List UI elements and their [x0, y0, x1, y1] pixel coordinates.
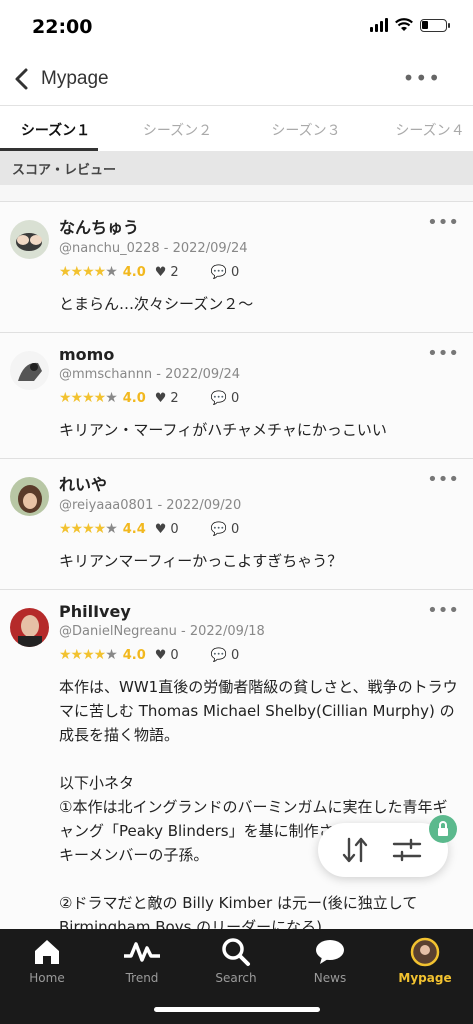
- heart-icon: ♥: [154, 521, 167, 537]
- heart-icon: ♥: [154, 264, 167, 280]
- score-value: 4.0: [122, 264, 146, 280]
- tab-season-3[interactable]: シーズン３: [244, 106, 368, 151]
- comment-icon: 💬: [210, 647, 227, 663]
- back-chevron-icon[interactable]: [10, 66, 36, 92]
- review-text[interactable]: キリアン・マーフィがハチャメチャにかっこいい: [59, 418, 461, 442]
- like-button[interactable]: ♥ 0: [155, 522, 211, 537]
- review-more-icon[interactable]: •••: [427, 600, 459, 621]
- review-more-icon[interactable]: •••: [427, 469, 459, 490]
- comment-button[interactable]: 💬 0: [211, 265, 239, 280]
- reviewer-name[interactable]: PhilIvey: [59, 602, 461, 621]
- review-text[interactable]: キリアンマーフィーかっこよすぎちゃう？: [59, 549, 461, 573]
- page-title: Mypage: [41, 68, 109, 89]
- star-rating: ★★★★★: [59, 647, 118, 663]
- chat-bubble-icon: [316, 940, 344, 964]
- tab-trend[interactable]: Trend: [95, 933, 189, 985]
- avatar[interactable]: [10, 477, 49, 516]
- battery-icon: [420, 18, 450, 32]
- review-more-icon[interactable]: •••: [427, 212, 459, 233]
- tab-season-1[interactable]: シーズン１: [0, 106, 111, 151]
- reviewer-name[interactable]: れいや: [59, 471, 461, 495]
- sort-icon[interactable]: [340, 837, 370, 863]
- search-icon: [222, 938, 250, 966]
- tab-season-2[interactable]: シーズン２: [111, 106, 244, 151]
- score-value: 4.0: [122, 647, 146, 663]
- review-text[interactable]: とまらん…次々シーズン２〜: [59, 292, 461, 316]
- like-count: 2: [170, 264, 179, 280]
- trend-icon: [124, 942, 160, 962]
- tab-news[interactable]: News: [283, 933, 377, 985]
- star-rating: ★★★★★: [59, 264, 118, 280]
- comment-button[interactable]: 💬 0: [211, 522, 239, 537]
- avatar[interactable]: [10, 351, 49, 390]
- comment-count: 0: [230, 647, 240, 663]
- heart-icon: ♥: [154, 390, 167, 406]
- review-item[interactable]: れいや @reiyaaa0801 - 2022/09/20 ••• ★★★★★ …: [0, 458, 473, 589]
- tab-label: Home: [29, 971, 65, 985]
- comment-count: 0: [230, 264, 240, 280]
- comment-button[interactable]: 💬 0: [211, 391, 239, 406]
- nav-bar: Mypage •••: [0, 56, 473, 105]
- score-value: 4.0: [122, 390, 146, 406]
- tab-label: Search: [215, 971, 257, 985]
- status-bar: 22:00: [0, 0, 473, 56]
- tab-label: News: [313, 971, 347, 985]
- home-icon: [35, 940, 59, 964]
- tab-search[interactable]: Search: [189, 933, 283, 985]
- review-item[interactable]: PhilIvey @DanielNegreanu - 2022/09/18 ••…: [0, 589, 473, 955]
- like-button[interactable]: ♥ 0: [155, 648, 211, 663]
- comment-count: 0: [230, 521, 240, 537]
- comment-count: 0: [230, 390, 240, 406]
- signal-icon: [370, 18, 388, 32]
- filter-icon[interactable]: [392, 838, 422, 862]
- like-count: 2: [170, 390, 179, 406]
- status-time: 22:00: [32, 16, 93, 38]
- tab-label: Trend: [125, 971, 159, 985]
- avatar[interactable]: [10, 608, 49, 647]
- review-more-icon[interactable]: •••: [427, 343, 459, 364]
- like-button[interactable]: ♥ 2: [155, 265, 211, 280]
- review-item[interactable]: なんちゅう @nanchu_0228 - 2022/09/24 ••• ★★★★…: [0, 201, 473, 332]
- comment-icon: 💬: [210, 264, 227, 280]
- reviewer-name[interactable]: なんちゅう: [59, 214, 461, 238]
- avatar[interactable]: [10, 220, 49, 259]
- review-item[interactable]: momo @mmschannn - 2022/09/24 ••• ★★★★★ 4…: [0, 332, 473, 458]
- tab-home[interactable]: Home: [0, 933, 94, 985]
- review-text[interactable]: 本作は、WW1直後の労働者階級の貧しさと、戦争のトラウマに苦しむ Thomas …: [59, 675, 461, 939]
- season-tabs: シーズン１ シーズン２ シーズン３ シーズン４: [0, 105, 473, 151]
- avatar-icon: [410, 937, 440, 967]
- reviewer-meta: @reiyaaa0801 - 2022/09/20: [59, 498, 242, 513]
- comment-button[interactable]: 💬 0: [211, 648, 239, 663]
- like-count: 0: [170, 647, 179, 663]
- reviewer-meta: @DanielNegreanu - 2022/09/18: [59, 624, 265, 639]
- lock-icon[interactable]: [429, 815, 457, 843]
- home-indicator: [154, 1007, 320, 1012]
- like-count: 0: [170, 521, 179, 537]
- section-header: スコア・レビュー: [0, 151, 473, 185]
- tab-season-4[interactable]: シーズン４: [368, 106, 473, 151]
- comment-icon: 💬: [210, 521, 227, 537]
- reviewer-meta: @mmschannn - 2022/09/24: [59, 367, 241, 382]
- comment-icon: 💬: [210, 390, 227, 406]
- heart-icon: ♥: [154, 647, 167, 663]
- score-value: 4.4: [122, 521, 146, 537]
- tab-label: Mypage: [398, 971, 452, 985]
- star-rating: ★★★★★: [59, 390, 118, 406]
- like-button[interactable]: ♥ 2: [155, 391, 211, 406]
- star-rating: ★★★★★: [59, 521, 118, 537]
- wifi-icon: [395, 18, 413, 31]
- more-options-icon[interactable]: •••: [403, 66, 441, 90]
- tab-mypage[interactable]: Mypage: [378, 933, 472, 985]
- reviewer-meta: @nanchu_0228 - 2022/09/24: [59, 241, 248, 256]
- reviewer-name[interactable]: momo: [59, 345, 461, 364]
